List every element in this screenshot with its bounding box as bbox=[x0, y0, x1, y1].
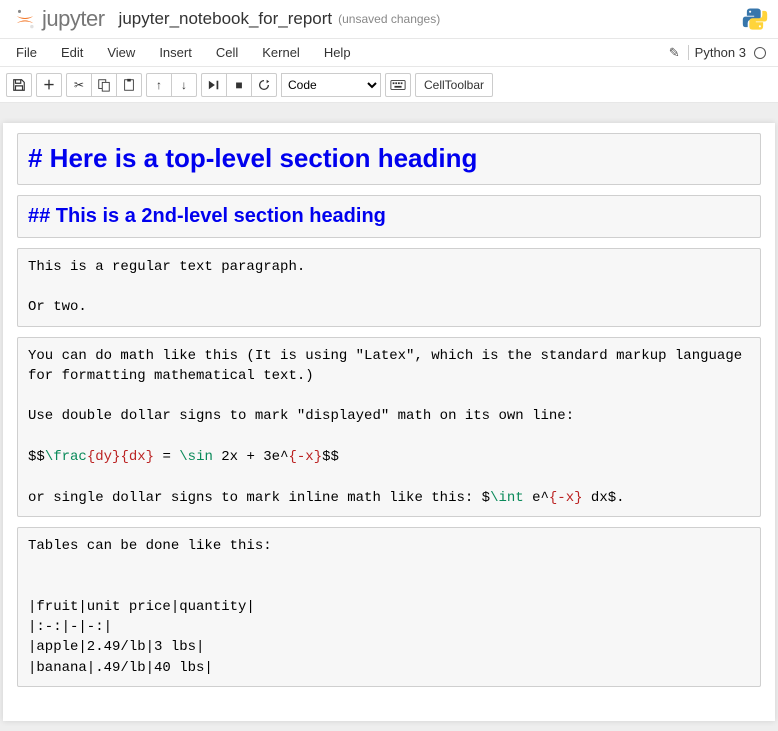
save-status: (unsaved changes) bbox=[338, 12, 440, 26]
interrupt-button[interactable]: ■ bbox=[226, 73, 252, 97]
move-up-button[interactable]: ↑ bbox=[146, 73, 172, 97]
save-button[interactable] bbox=[6, 73, 32, 97]
menu-cell[interactable]: Cell bbox=[204, 39, 250, 66]
move-down-button[interactable]: ↓ bbox=[171, 73, 197, 97]
cell-heading-1[interactable]: # Here is a top-level section heading bbox=[17, 133, 761, 185]
menu-view[interactable]: View bbox=[95, 39, 147, 66]
cell-table[interactable]: Tables can be done like this: |fruit|uni… bbox=[17, 527, 761, 687]
kernel-name[interactable]: Python 3 bbox=[688, 45, 746, 60]
celltoolbar-button[interactable]: CellToolbar bbox=[415, 73, 493, 97]
menu-edit[interactable]: Edit bbox=[49, 39, 95, 66]
celltype-select[interactable]: Code Markdown Raw NBConvert Heading bbox=[281, 73, 381, 97]
command-palette-button[interactable] bbox=[385, 73, 411, 97]
run-icon bbox=[207, 79, 221, 91]
menu-insert[interactable]: Insert bbox=[147, 39, 204, 66]
notebook-name[interactable]: jupyter_notebook_for_report bbox=[119, 9, 333, 29]
scissors-icon: ✂ bbox=[74, 78, 84, 92]
pencil-icon[interactable]: ✎ bbox=[669, 45, 680, 61]
arrow-down-icon: ↓ bbox=[181, 78, 187, 92]
jupyter-logo-icon bbox=[14, 8, 36, 30]
cell-paragraph[interactable]: This is a regular text paragraph. Or two… bbox=[17, 248, 761, 327]
cut-button[interactable]: ✂ bbox=[66, 73, 92, 97]
jupyter-logo-text: jupyter bbox=[42, 6, 105, 32]
menu-kernel[interactable]: Kernel bbox=[250, 39, 312, 66]
toolbar: ＋ ✂ ↑ ↓ ■ Code Markdown Raw NBConvert He… bbox=[0, 67, 778, 103]
restart-button[interactable] bbox=[251, 73, 277, 97]
keyboard-icon bbox=[390, 79, 406, 91]
restart-icon bbox=[257, 78, 271, 92]
notebook-container: # Here is a top-level section heading ##… bbox=[0, 103, 778, 731]
kernel-indicator-icon[interactable] bbox=[754, 47, 766, 59]
arrow-up-icon: ↑ bbox=[156, 78, 162, 92]
save-icon bbox=[12, 78, 26, 92]
copy-button[interactable] bbox=[91, 73, 117, 97]
header: jupyter jupyter_notebook_for_report (uns… bbox=[0, 0, 778, 38]
stop-icon: ■ bbox=[235, 78, 242, 92]
menu-help[interactable]: Help bbox=[312, 39, 363, 66]
paste-button[interactable] bbox=[116, 73, 142, 97]
notebook: # Here is a top-level section heading ##… bbox=[3, 123, 775, 721]
menu-file[interactable]: File bbox=[4, 39, 49, 66]
menubar: File Edit View Insert Cell Kernel Help ✎… bbox=[0, 38, 778, 67]
copy-icon bbox=[97, 78, 111, 92]
cell-heading-2[interactable]: ## This is a 2nd-level section heading bbox=[17, 195, 761, 238]
jupyter-logo[interactable]: jupyter bbox=[14, 6, 105, 32]
cell-math[interactable]: You can do math like this (It is using "… bbox=[17, 337, 761, 517]
python-logo-icon bbox=[742, 6, 768, 32]
plus-icon: ＋ bbox=[43, 76, 55, 93]
add-cell-button[interactable]: ＋ bbox=[36, 73, 62, 97]
paste-icon bbox=[122, 78, 136, 92]
run-button[interactable] bbox=[201, 73, 227, 97]
